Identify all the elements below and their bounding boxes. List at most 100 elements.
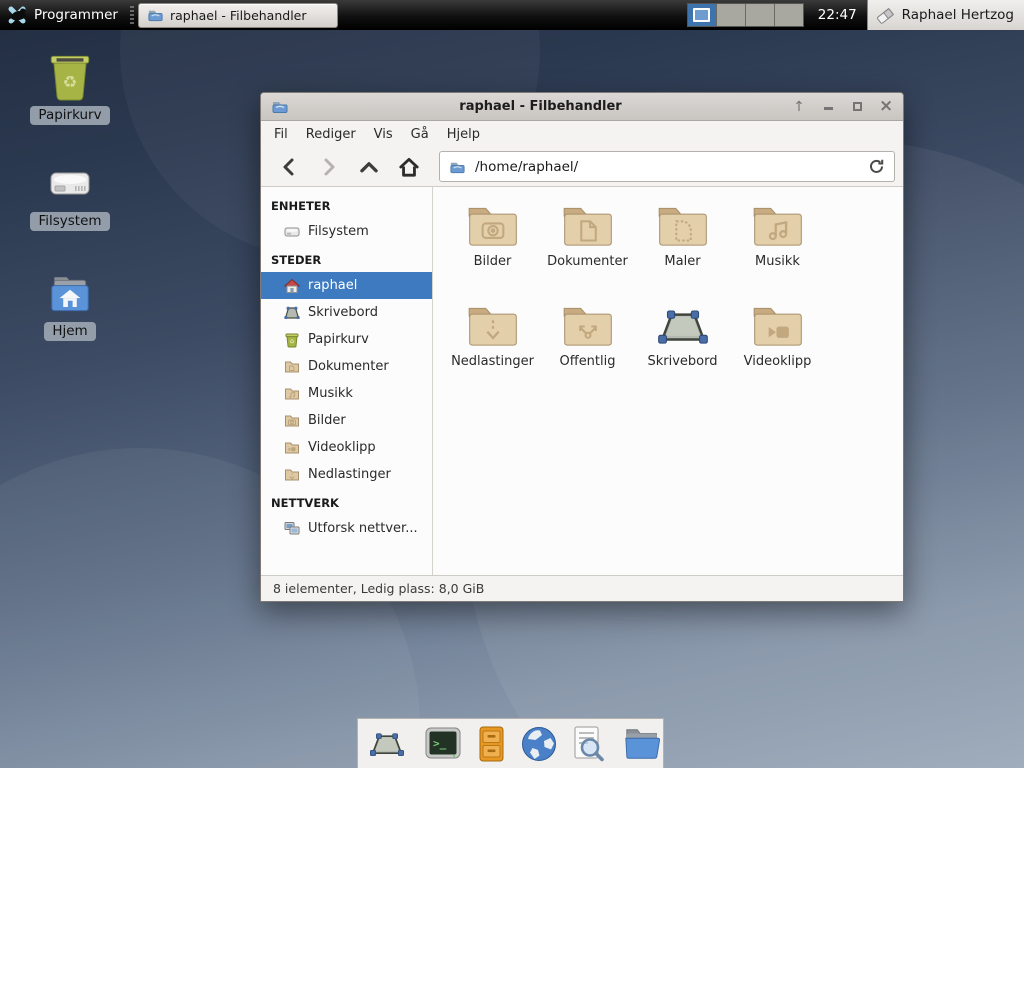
forward-button[interactable] xyxy=(311,151,347,183)
desktop-icon-home[interactable]: Hjem xyxy=(22,272,118,341)
file-label: Bilder xyxy=(474,254,512,269)
sidebar-item-label: Papirkurv xyxy=(308,332,369,347)
desktop-icon-filesystem[interactable]: Filsystem xyxy=(22,160,118,231)
workspace-switcher xyxy=(687,3,804,27)
folder-pictures-icon xyxy=(464,201,522,251)
file-skrivebord[interactable]: Skrivebord xyxy=(635,301,730,401)
taskbar-window-button[interactable]: raphael - Filbehandler xyxy=(138,3,338,28)
eraser-icon xyxy=(876,6,895,25)
workspace-1[interactable] xyxy=(688,4,716,26)
dock-file-manager[interactable] xyxy=(623,724,663,764)
dock-web-browser[interactable] xyxy=(519,724,559,764)
folder-icon xyxy=(284,359,300,375)
sidebar-item-musikk[interactable]: Musikk xyxy=(261,380,432,407)
sidebar-item-videoklipp[interactable]: Videoklipp xyxy=(261,434,432,461)
sidebar-item-bilder[interactable]: Bilder xyxy=(261,407,432,434)
sidebar-item-raphael[interactable]: raphael xyxy=(261,272,432,299)
up-button[interactable] xyxy=(351,151,387,183)
sidebar-section-enheter: ENHETER xyxy=(261,191,432,218)
maximize-icon xyxy=(853,102,862,111)
applications-menu-label: Programmer xyxy=(34,7,118,23)
back-button[interactable] xyxy=(271,151,307,183)
folder-downloads-icon xyxy=(464,301,522,351)
file-label: Offentlig xyxy=(560,354,616,369)
user-menu-button[interactable]: Raphael Hertzog xyxy=(867,0,1024,30)
menu-ga[interactable]: Gå xyxy=(402,123,438,146)
file-label: Dokumenter xyxy=(547,254,628,269)
minimize-button[interactable] xyxy=(821,100,835,114)
harddisk-icon xyxy=(46,160,94,208)
web-browser-icon xyxy=(519,724,559,764)
reload-icon[interactable] xyxy=(868,158,885,175)
sidebar-item-filsystem[interactable]: Filsystem xyxy=(261,218,432,245)
file-view: Bilder Dokumenter xyxy=(433,187,903,575)
folder-videos-icon xyxy=(749,301,807,351)
menu-rediger[interactable]: Rediger xyxy=(297,123,365,146)
trash-icon: ♻ xyxy=(284,332,300,348)
dock-document-search[interactable] xyxy=(567,724,607,764)
harddisk-icon xyxy=(284,224,300,240)
file-videoklipp[interactable]: Videoklipp xyxy=(730,301,825,401)
clock: 22:47 xyxy=(818,7,857,23)
close-button[interactable]: × xyxy=(879,98,893,115)
desktop-icon-trash[interactable]: ♻ Papirkurv xyxy=(22,52,118,125)
folder-public-icon xyxy=(559,301,617,351)
svg-text:♻: ♻ xyxy=(63,73,78,92)
desktop-icon xyxy=(654,301,712,351)
toolbar xyxy=(261,147,903,187)
sidebar-item-skrivebord[interactable]: Skrivebord xyxy=(261,299,432,326)
path-input[interactable] xyxy=(473,158,861,176)
shade-button[interactable]: ↑ xyxy=(792,100,806,114)
desktop-icon-label: Filsystem xyxy=(30,212,109,231)
workspace-2[interactable] xyxy=(717,4,745,26)
home-button[interactable] xyxy=(391,151,427,183)
sidebar-item-label: Filsystem xyxy=(308,224,369,239)
workspace-4[interactable] xyxy=(775,4,803,26)
desktop-icon-label: Hjem xyxy=(44,322,95,341)
file-maler[interactable]: Maler xyxy=(635,201,730,301)
folder-icon xyxy=(449,159,466,175)
menu-hjelp[interactable]: Hjelp xyxy=(438,123,489,146)
file-cabinet-icon xyxy=(471,724,511,764)
sidebar-item-utforsk-nettverk[interactable]: Utforsk nettver... xyxy=(261,515,432,542)
window-titlebar[interactable]: raphael - Filbehandler ↑ × xyxy=(261,93,903,121)
minimize-icon xyxy=(824,107,833,110)
sidebar-item-nedlastinger[interactable]: Nedlastinger xyxy=(261,461,432,488)
maximize-button[interactable] xyxy=(850,100,864,114)
dock-terminal[interactable]: >_ xyxy=(423,724,463,764)
folder-icon xyxy=(284,386,300,402)
workspace-3[interactable] xyxy=(746,4,774,26)
file-manager-window: raphael - Filbehandler ↑ × Fil Rediger V… xyxy=(260,92,904,602)
sidebar-item-label: Skrivebord xyxy=(308,305,378,320)
window-title: raphael - Filbehandler xyxy=(289,99,792,114)
status-bar: 8 ielementer, Ledig plass: 8,0 GiB xyxy=(261,575,903,601)
folder-icon xyxy=(284,467,300,483)
file-label: Musikk xyxy=(755,254,800,269)
sidebar-item-label: Bilder xyxy=(308,413,346,428)
file-label: Videoklipp xyxy=(744,354,812,369)
home-icon xyxy=(397,155,421,179)
sidebar-item-dokumenter[interactable]: Dokumenter xyxy=(261,353,432,380)
file-musikk[interactable]: Musikk xyxy=(730,201,825,301)
dock-file-cabinet[interactable] xyxy=(471,724,511,764)
menu-fil[interactable]: Fil xyxy=(265,123,297,146)
folder-templates-icon xyxy=(654,201,712,251)
file-offentlig[interactable]: Offentlig xyxy=(540,301,635,401)
desktop-icon xyxy=(284,305,300,321)
file-bilder[interactable]: Bilder xyxy=(445,201,540,301)
applications-menu-button[interactable]: Programmer xyxy=(0,0,126,30)
sidebar-item-papirkurv[interactable]: ♻ Papirkurv xyxy=(261,326,432,353)
desktop-icon-label: Papirkurv xyxy=(30,106,109,125)
menu-bar: Fil Rediger Vis Gå Hjelp xyxy=(261,121,903,147)
file-nedlastinger[interactable]: Nedlastinger xyxy=(445,301,540,401)
status-text: 8 ielementer, Ledig plass: 8,0 GiB xyxy=(273,581,484,596)
menu-vis[interactable]: Vis xyxy=(365,123,402,146)
file-dokumenter[interactable]: Dokumenter xyxy=(540,201,635,301)
dock-show-desktop[interactable] xyxy=(367,724,407,764)
sidebar-section-nettverk: NETTVERK xyxy=(261,488,432,515)
sidebar-section-steder: STEDER xyxy=(261,245,432,272)
folder-music-icon xyxy=(749,201,807,251)
back-icon xyxy=(278,155,300,179)
xfce-mouse-icon xyxy=(6,4,28,26)
user-name: Raphael Hertzog xyxy=(902,7,1014,23)
